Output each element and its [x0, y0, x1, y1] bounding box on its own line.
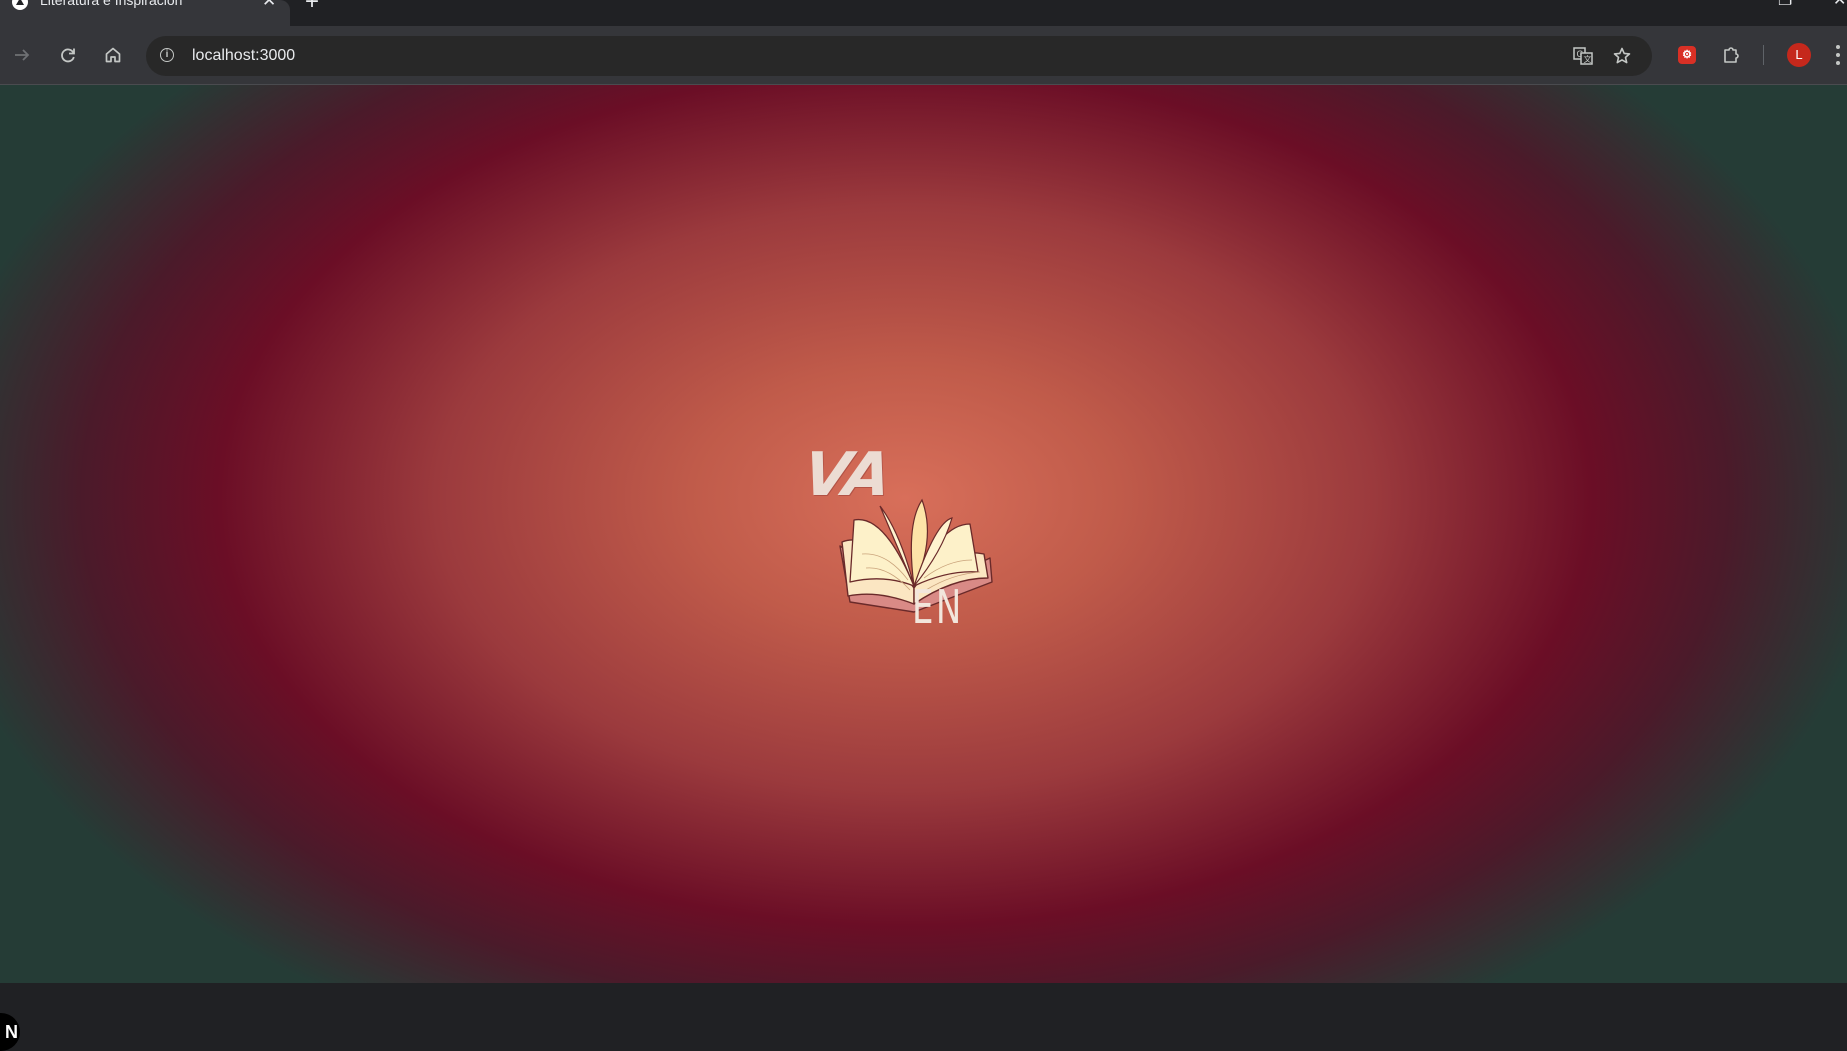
vercel-triangle-icon [12, 0, 28, 10]
browser-toolbar: i localhost:3000 G 文 ⚙ L [0, 26, 1847, 85]
tab-strip: Literatura e Inspiración ✕ + ❐ ✕ [0, 0, 1847, 26]
browser-tab[interactable]: Literatura e Inspiración ✕ [0, 0, 290, 26]
arrow-forward-icon [15, 49, 30, 61]
star-icon[interactable] [1611, 45, 1633, 67]
address-bar[interactable]: i localhost:3000 G 文 [146, 36, 1652, 76]
reload-button[interactable] [56, 43, 80, 67]
close-window-icon[interactable]: ✕ [1833, 0, 1846, 10]
dev-tools-badge[interactable]: N [0, 1013, 20, 1051]
profile-avatar[interactable]: L [1787, 43, 1811, 67]
tab-title: Literatura e Inspiración [40, 0, 183, 8]
restore-window-icon[interactable]: ❐ [1778, 0, 1792, 10]
close-tab-icon[interactable]: ✕ [262, 0, 276, 11]
reload-icon [61, 48, 75, 63]
logo-bottom-text: EN [912, 580, 964, 634]
home-icon [105, 47, 121, 63]
browser-menu-icon[interactable] [1836, 45, 1842, 65]
home-button[interactable] [101, 43, 125, 67]
site-info-icon[interactable]: i [160, 48, 174, 62]
forward-button[interactable] [10, 43, 34, 67]
puzzle-extension-icon[interactable]: ⚙ [1675, 43, 1699, 67]
url-text[interactable]: localhost:3000 [192, 47, 295, 65]
svg-text:文: 文 [1584, 54, 1592, 64]
toolbar-divider [1763, 45, 1764, 65]
new-tab-button[interactable]: + [305, 0, 319, 16]
page-viewport: VA EN N [0, 85, 1847, 1051]
extensions-icon[interactable] [1720, 43, 1744, 67]
site-logo[interactable]: VA EN [796, 440, 1006, 655]
translate-icon[interactable]: G 文 [1572, 45, 1594, 67]
